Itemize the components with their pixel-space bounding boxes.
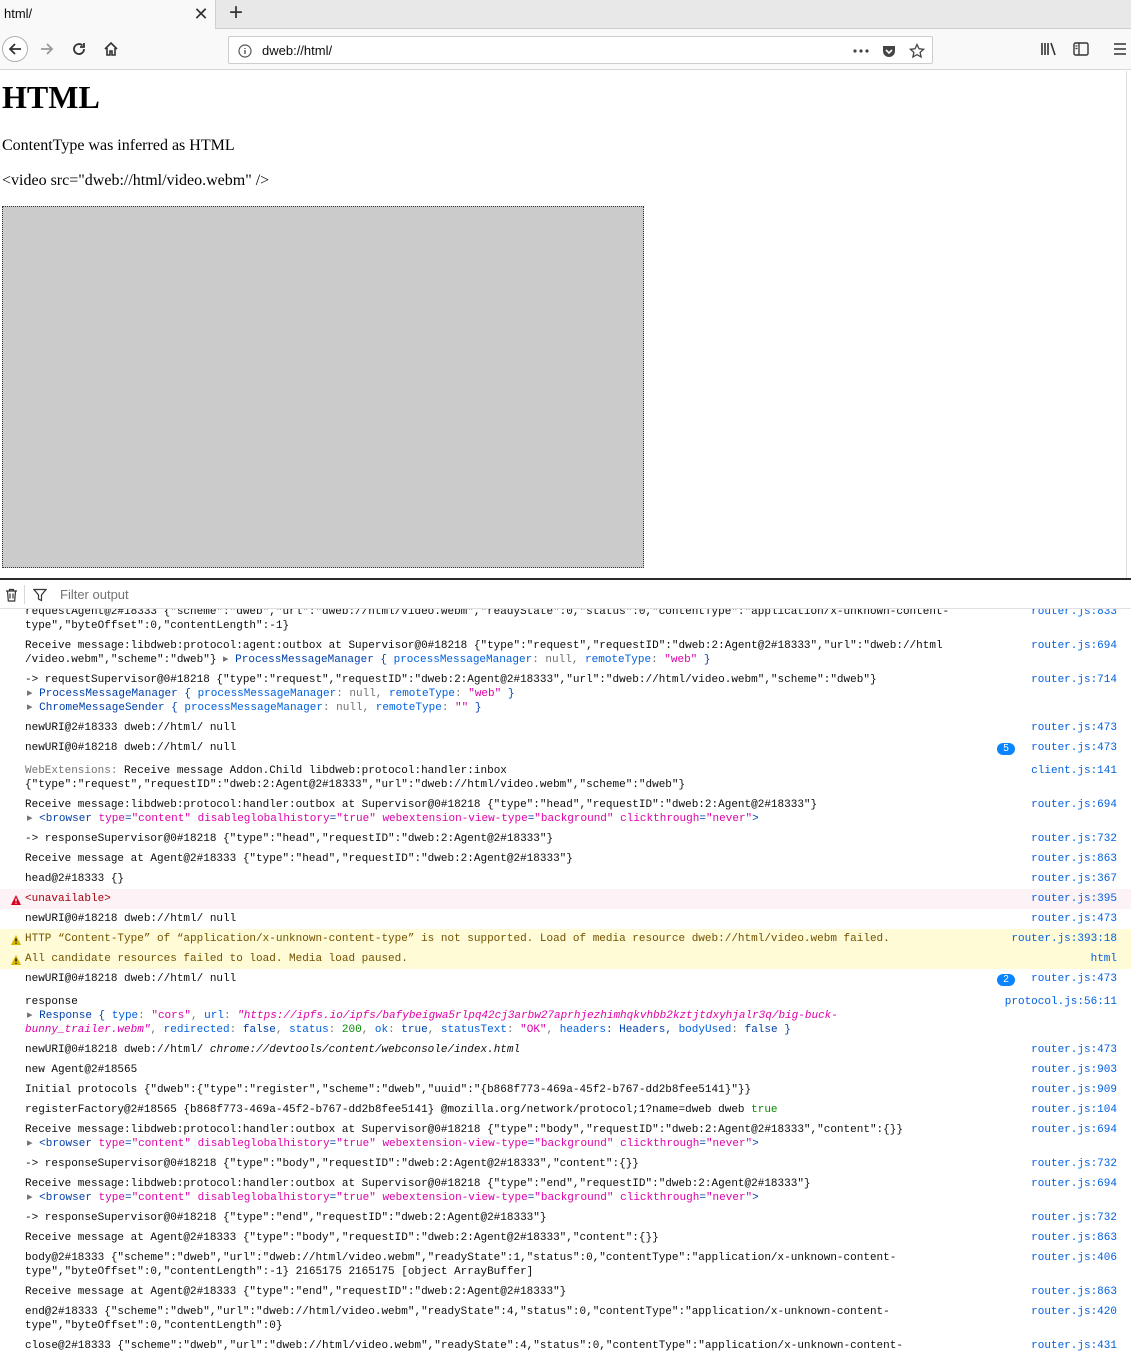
tab-title: html/ (4, 6, 33, 21)
browser-element[interactable]: ▸ <browser type="content" disableglobalh… (27, 812, 759, 826)
console-row: Receive message:libdweb:protocol:handler… (25, 1123, 1117, 1151)
source-link[interactable]: router.js:909 (1031, 1083, 1117, 1097)
tab-html[interactable]: html/ ✕ (0, 0, 216, 29)
console-row: newURI@0#18218 dweb://html/ null 5 route… (25, 741, 1117, 755)
source-link[interactable]: router.js:420 (1031, 1305, 1117, 1319)
console-row: requestAgent@2#18333 {"scheme":"dweb","u… (0, 609, 1131, 639)
console-row: Receive message:libdweb:protocol:handler… (25, 798, 1117, 826)
console-toolbar: Filter output (0, 580, 1131, 609)
expand-toggle-icon[interactable]: ▸ (27, 688, 39, 700)
page-heading: HTML (2, 79, 100, 115)
forward-icon[interactable] (35, 37, 59, 61)
repeat-badge: 5 (997, 743, 1015, 755)
console-output: requestAgent@2#18333 {"scheme":"dweb","u… (0, 609, 1131, 1355)
console-row: Receive message:libdweb:protocol:handler… (25, 1177, 1117, 1205)
source-link[interactable]: router.js:863 (1031, 1285, 1117, 1299)
source-link[interactable]: router.js:367 (1031, 872, 1117, 886)
close-tab-icon[interactable]: ✕ (191, 4, 211, 24)
console-row-error: <unavailable> router.js:395 (0, 889, 1131, 909)
source-link[interactable]: protocol.js:56:11 (1005, 995, 1117, 1009)
source-link[interactable]: router.js:694 (1031, 798, 1117, 812)
more-icon[interactable] (852, 42, 870, 60)
source-link[interactable]: router.js:732 (1031, 1211, 1117, 1225)
console-row: Receive message at Agent@2#18333 {"type"… (25, 1285, 1117, 1299)
source-link[interactable]: router.js:732 (1031, 832, 1117, 846)
trash-icon[interactable] (2, 586, 20, 604)
source-link[interactable]: router.js:903 (1031, 1063, 1117, 1077)
warning-icon (11, 955, 21, 965)
source-link[interactable]: router.js:473 (1031, 741, 1117, 755)
menu-icon[interactable] (1108, 37, 1131, 61)
console-row: -> requestSupervisor@0#18218 {"type":"re… (25, 673, 1117, 714)
source-link[interactable]: router.js:863 (1031, 1231, 1117, 1245)
source-link[interactable]: router.js:104 (1031, 1103, 1117, 1117)
page-content: HTML ContentType was inferred as HTML <v… (0, 71, 1131, 579)
expand-toggle-icon[interactable]: ▸ (223, 654, 235, 666)
console-row: end@2#18333 {"scheme":"dweb","url":"dweb… (25, 1305, 1117, 1332)
source-link[interactable]: router.js:694 (1031, 639, 1117, 653)
back-icon[interactable] (2, 36, 28, 62)
console-row: -> responseSupervisor@0#18218 {"type":"b… (25, 1157, 1117, 1171)
browser-element[interactable]: ▸ <browser type="content" disableglobalh… (27, 1137, 759, 1151)
console-row: body@2#18333 {"scheme":"dweb","url":"dwe… (25, 1251, 1117, 1278)
filter-icon (31, 586, 49, 604)
console-row: newURI@0#18218 dweb://html/ chrome://dev… (25, 1043, 1117, 1057)
source-link[interactable]: router.js:406 (1031, 1251, 1117, 1265)
console-row: response ▸ Response { type: "cors", url:… (25, 995, 1117, 1036)
source-link[interactable]: router.js:732 (1031, 1157, 1117, 1171)
source-link[interactable]: router.js:473 (1031, 972, 1117, 986)
content-type-text: ContentType was inferred as HTML (2, 137, 235, 154)
console-row: newURI@0#18218 dweb://html/ null 2 route… (25, 972, 1117, 986)
console-row-warning: HTTP “Content-Type” of “application/x-un… (0, 929, 1131, 949)
url-bar[interactable]: dweb://html/ (228, 36, 933, 64)
url-text[interactable]: dweb://html/ (262, 43, 332, 58)
info-icon[interactable] (236, 42, 254, 60)
console-row: newURI@2#18333 dweb://html/ null router.… (25, 721, 1117, 735)
source-link[interactable]: router.js:431 (1031, 1339, 1117, 1353)
console-row: Initial protocols {"dweb":{"type":"regis… (25, 1083, 1117, 1097)
toolbar-divider (24, 585, 25, 604)
expand-toggle-icon[interactable]: ▸ (27, 702, 39, 714)
source-link[interactable]: html (1091, 952, 1117, 966)
console-row: Receive message:libdweb:protocol:agent:o… (25, 639, 1117, 666)
repeat-badge: 2 (997, 974, 1015, 986)
console-row: -> responseSupervisor@0#18218 {"type":"e… (25, 1211, 1117, 1225)
source-link[interactable]: client.js:141 (1031, 764, 1117, 778)
source-link[interactable]: router.js:863 (1031, 852, 1117, 866)
console-row-warning: All candidate resources failed to load. … (0, 949, 1131, 969)
video-tag-text: <video src="dweb://html/video.webm" /> (2, 172, 270, 189)
source-link[interactable]: router.js:833 (1031, 609, 1117, 619)
console-row: -> responseSupervisor@0#18218 {"type":"h… (25, 832, 1117, 846)
expand-toggle-icon[interactable]: ▸ (27, 1010, 39, 1022)
browser-element[interactable]: ▸ <browser type="content" disableglobalh… (27, 1191, 759, 1205)
source-link[interactable]: router.js:395 (1031, 892, 1117, 906)
filter-input[interactable]: Filter output (60, 587, 129, 602)
source-link[interactable]: router.js:714 (1031, 673, 1117, 687)
sidebar-icon[interactable] (1069, 37, 1093, 61)
pocket-icon[interactable] (880, 42, 898, 60)
source-link[interactable]: router.js:694 (1031, 1123, 1117, 1137)
source-link[interactable]: router.js:694 (1031, 1177, 1117, 1191)
reload-icon[interactable] (67, 37, 91, 61)
home-icon[interactable] (99, 37, 123, 61)
nav-bar: dweb://html/ (0, 29, 1131, 70)
source-link[interactable]: router.js:393:18 (1011, 932, 1117, 946)
new-tab-icon[interactable]: + (225, 1, 247, 26)
tab-strip: html/ ✕ + (0, 0, 1131, 29)
video-player[interactable] (2, 206, 644, 568)
star-icon[interactable] (908, 42, 926, 60)
console-row: registerFactory@2#18565 {b868f773-469a-4… (25, 1103, 1117, 1117)
warning-icon (11, 935, 21, 945)
source-link[interactable]: router.js:473 (1031, 1043, 1117, 1057)
source-link[interactable]: router.js:473 (1031, 721, 1117, 735)
console-row: close@2#18333 {"scheme":"dweb","url":"dw… (25, 1339, 1117, 1353)
console-row: Receive message at Agent@2#18333 {"type"… (25, 852, 1117, 866)
source-link[interactable]: router.js:473 (1031, 912, 1117, 926)
console-row: WebExtensions: Receive message Addon.Chi… (25, 764, 1117, 791)
console-row: new Agent@2#18565 router.js:903 (25, 1063, 1117, 1077)
page-scrollbar[interactable] (1126, 71, 1131, 579)
error-icon (11, 895, 21, 905)
console-row: Receive message at Agent@2#18333 {"type"… (25, 1231, 1117, 1245)
library-icon[interactable] (1037, 37, 1061, 61)
